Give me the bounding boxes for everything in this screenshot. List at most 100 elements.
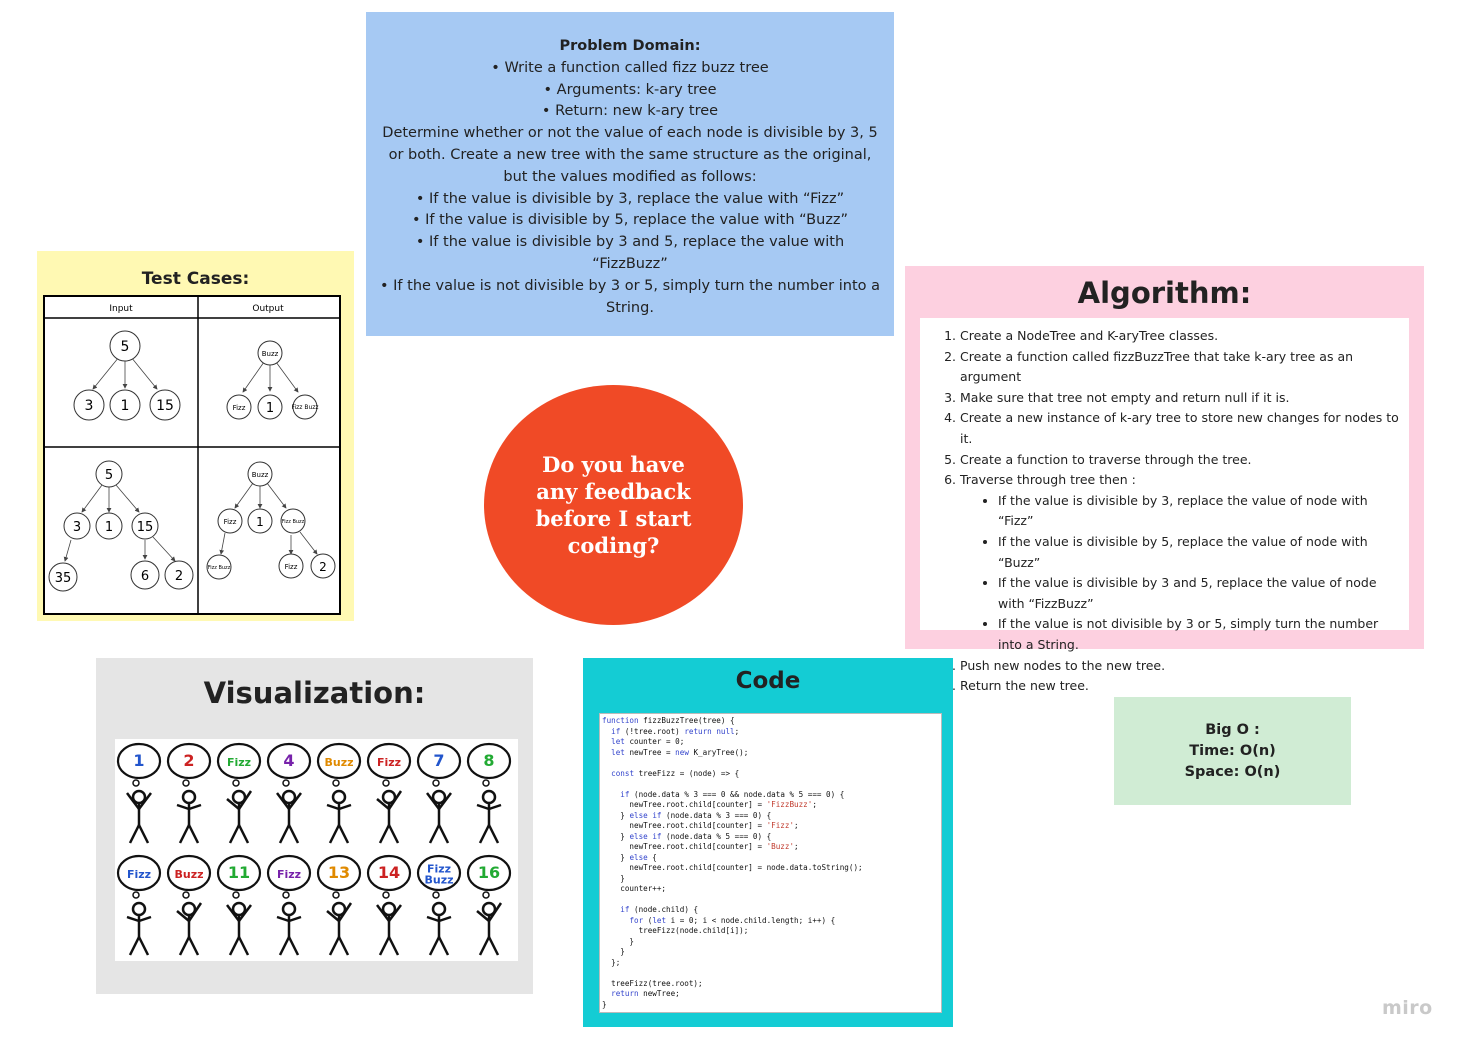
figure-leg xyxy=(287,936,300,956)
figure-head xyxy=(331,789,347,805)
figure-leg xyxy=(187,824,200,844)
figure-leg xyxy=(328,936,341,956)
node-label: Buzz xyxy=(262,350,279,358)
figure-leg xyxy=(378,824,391,844)
algorithm-step: Return the new tree. xyxy=(960,676,1403,697)
figure-leg xyxy=(228,936,241,956)
big-o-card[interactable]: Big O : Time: O(n) Space: O(n) xyxy=(1114,697,1351,805)
algorithm-step: Create a function to traverse through th… xyxy=(960,450,1403,471)
thought-dot xyxy=(282,891,290,899)
figure-leg xyxy=(137,936,150,956)
figure-leg xyxy=(337,936,350,956)
problem-rule: If the value is not divisible by 3 or 5,… xyxy=(378,276,882,320)
bubble-label: 16 xyxy=(478,863,500,882)
figure-leg xyxy=(478,936,491,956)
figure-leg xyxy=(328,824,341,844)
node-label: 5 xyxy=(121,339,130,355)
algorithm-sub-step: If the value is divisible by 5, replace … xyxy=(998,532,1403,573)
stick-figure: FizzBuzz xyxy=(416,854,462,956)
thought-dot xyxy=(482,891,490,899)
stick-figure: Buzz xyxy=(316,742,362,844)
node-label: Fizz xyxy=(224,518,237,526)
bubble-label: Fizz xyxy=(227,756,251,769)
visualization-card[interactable]: Visualization: 1 2 Fizz 4 Buzz Fizz 7 8 Fizz Buzz… xyxy=(96,658,533,994)
algorithm-title: Algorithm: xyxy=(1077,276,1252,310)
code-card[interactable]: Code function fizzBuzzTree(tree) { if (!… xyxy=(583,658,953,1027)
figure-leg xyxy=(128,936,141,956)
figure-arm xyxy=(288,915,302,923)
stick-figure: 13 xyxy=(316,854,362,956)
test-cases-diagram: Input Output 5 3 1 15 Buzz Fizz 1 Fizz B… xyxy=(45,297,339,613)
stick-figures-illustration: 1 2 Fizz 4 Buzz Fizz 7 8Fizz Buzz 11 Fizz 13 14 FizzB… xyxy=(116,742,512,956)
figure-arm xyxy=(126,915,140,923)
stick-figure: 8 xyxy=(466,742,512,844)
visualization-title: Visualization: xyxy=(203,676,426,710)
bubble-label: Buzz xyxy=(324,756,353,769)
thought-dot xyxy=(482,779,490,787)
figure-arm xyxy=(426,915,440,923)
node-label: 15 xyxy=(156,398,174,414)
node-label: Buzz xyxy=(252,471,269,479)
figure-leg xyxy=(278,824,291,844)
problem-bullet: Return: new k-ary tree xyxy=(378,101,882,123)
stick-figure: 4 xyxy=(266,742,312,844)
feedback-circle[interactable]: Do you have any feedback before I start … xyxy=(484,385,743,625)
problem-domain-card[interactable]: Problem Domain: Write a function called … xyxy=(366,12,894,336)
figure-arm xyxy=(188,803,202,811)
algorithm-sub-step: If the value is divisible by 3, replace … xyxy=(998,491,1403,532)
figure-arm xyxy=(438,915,452,923)
code-title: Code xyxy=(735,668,801,694)
problem-rule: If the value is divisible by 5, replace … xyxy=(378,210,882,232)
figure-leg xyxy=(137,824,150,844)
figure-leg xyxy=(178,936,191,956)
bubble-label: 14 xyxy=(378,863,400,882)
stick-figure: 14 xyxy=(366,854,412,956)
node-label: Fizz Buzz xyxy=(208,565,231,571)
bubble-label: 11 xyxy=(228,863,250,882)
figure-leg xyxy=(237,936,250,956)
figure-head xyxy=(281,789,297,805)
node-label: 1 xyxy=(256,515,264,529)
test-cases-card[interactable]: Test Cases: Input Output 5 3 1 15 Buzz F… xyxy=(37,251,354,621)
thought-dot xyxy=(232,779,240,787)
bubble-label: 8 xyxy=(483,751,494,770)
figure-leg xyxy=(437,936,450,956)
algorithm-card[interactable]: Algorithm: Create a NodeTree and K-aryTr… xyxy=(905,266,1424,693)
code-text: function fizzBuzzTree(tree) { if (!tree.… xyxy=(602,716,863,1009)
figure-leg xyxy=(337,824,350,844)
figure-leg xyxy=(428,824,441,844)
stick-figure: Fizz xyxy=(266,854,312,956)
node-label: 1 xyxy=(121,398,130,414)
algorithm-step: Traverse through tree then : If the valu… xyxy=(960,470,1403,655)
feedback-text: Do you have any feedback before I start … xyxy=(535,452,692,558)
thought-dot xyxy=(232,891,240,899)
figure-head xyxy=(131,789,147,805)
figure-arm xyxy=(488,803,502,811)
figure-leg xyxy=(487,936,500,956)
stick-figure: 7 xyxy=(416,742,462,844)
node-label: Fizz xyxy=(233,404,246,412)
algorithm-step: Push new nodes to the new tree. xyxy=(960,656,1403,677)
miro-logo: miro xyxy=(1382,997,1433,1019)
figure-head xyxy=(431,901,447,917)
algorithm-step-text: Traverse through tree then : xyxy=(960,472,1136,488)
algorithm-sub-step: If the value is divisible by 3 and 5, re… xyxy=(998,573,1403,614)
figure-arm xyxy=(476,803,490,811)
problem-rule: If the value is divisible by 3 and 5, re… xyxy=(378,232,882,276)
bubble-label: Fizz xyxy=(277,868,301,881)
figure-arm xyxy=(176,803,190,811)
figure-head xyxy=(231,901,247,917)
stick-figure: 11 xyxy=(216,854,262,956)
node-label: Fizz Buzz xyxy=(291,404,318,411)
figure-head xyxy=(431,789,447,805)
code-snippet: function fizzBuzzTree(tree) { if (!tree.… xyxy=(599,713,942,1013)
figure-leg xyxy=(128,824,141,844)
big-o-title: Big O : xyxy=(1205,721,1260,738)
figure-leg xyxy=(378,936,391,956)
bubble-label: 2 xyxy=(183,751,194,770)
node-label: 1 xyxy=(105,520,113,535)
bubble-label: Fizz xyxy=(127,868,151,881)
big-o-time: Time: O(n) xyxy=(1189,742,1276,759)
stick-figure: 16 xyxy=(466,854,512,956)
big-o-space: Space: O(n) xyxy=(1184,763,1281,780)
